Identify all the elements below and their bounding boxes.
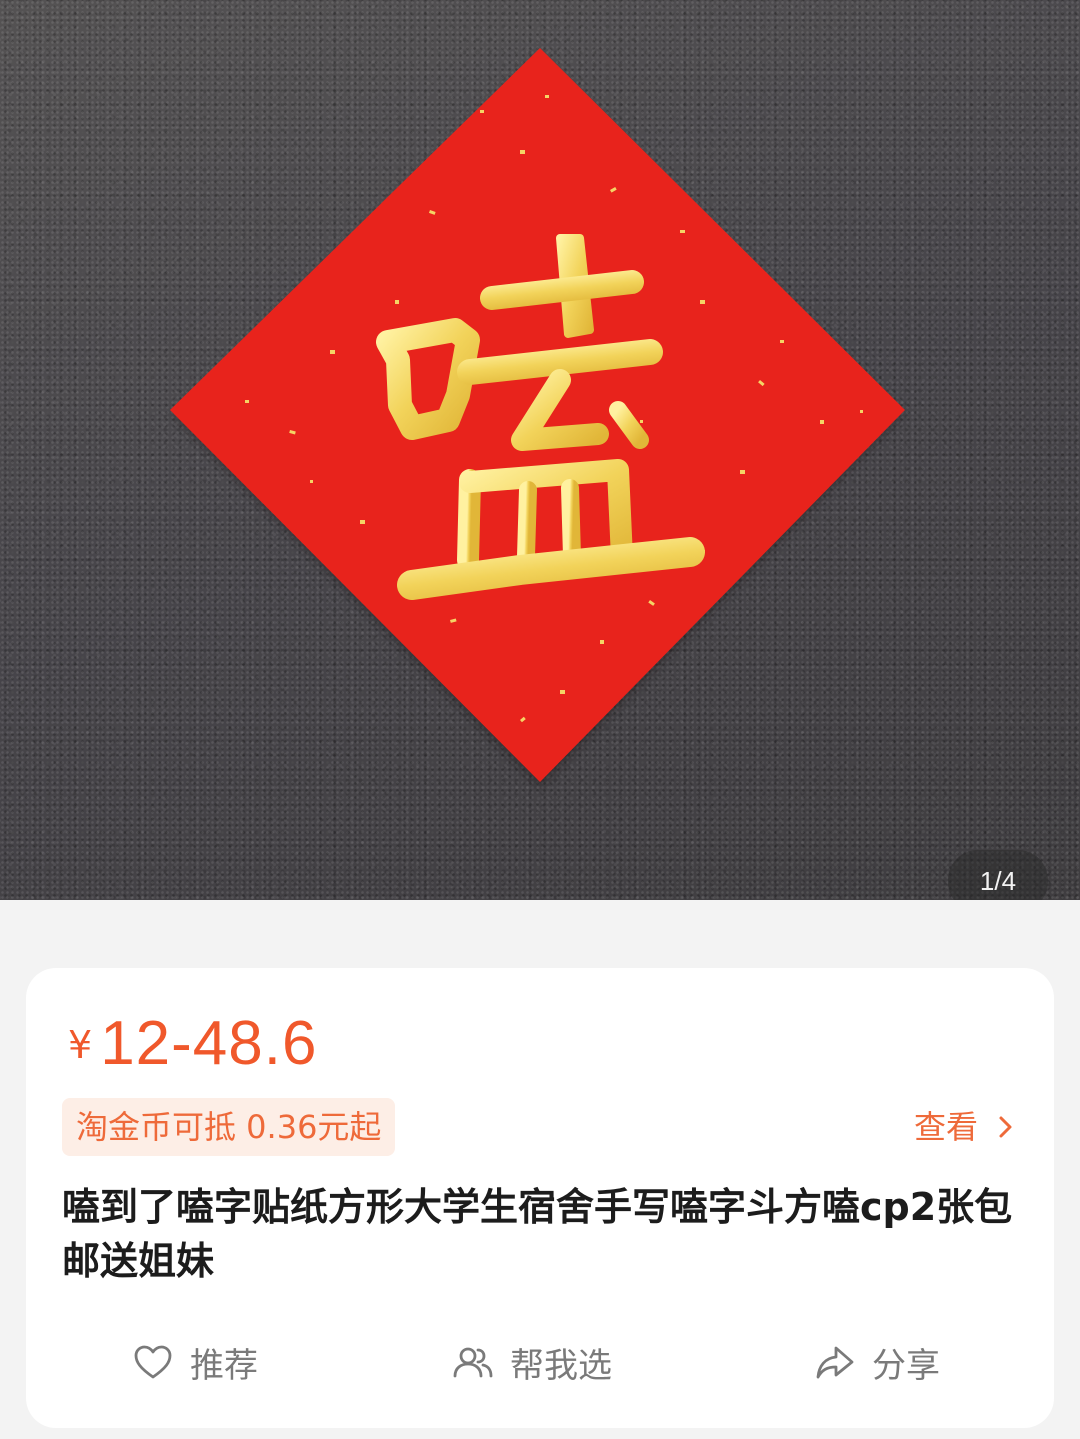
price-range: 12-48.6 [100,1009,318,1078]
help-choose-label: 帮我选 [510,1346,612,1386]
product-title: 嗑到了嗑字贴纸方形大学生宿舍手写嗑字斗方嗑cp2张包邮送姐妹 [62,1185,1013,1283]
chevron-right-icon [999,1116,1012,1138]
product-info-card: ¥12-48.6 淘金币可抵 0.36元起 查看 嗑到了嗑字贴纸方形大学生宿舍手… [26,968,1054,1428]
share-label: 分享 [872,1346,940,1386]
help-choose-button[interactable]: 帮我选 [452,1338,612,1387]
image-page-indicator: 1/4 [948,850,1048,900]
coin-deduction-badge: 淘金币可抵 0.36元起 [62,1098,396,1156]
product-detail-page: 1/4 ¥12-48.6 淘金币可抵 0.36元起 查看 嗑到了嗑字贴纸方形大学… [0,0,1080,1439]
view-coin-link[interactable]: 查看 [914,1104,1014,1150]
recommend-button[interactable]: 推荐 [132,1338,258,1387]
product-image-gallery[interactable]: 1/4 [0,0,1080,900]
view-label: 查看 [913,1108,978,1146]
heart-icon [134,1345,172,1378]
product-photo [170,48,905,788]
action-bar: 推荐 帮我选 分享 [26,1338,1054,1398]
share-icon [816,1346,854,1378]
share-button[interactable]: 分享 [814,1338,940,1387]
people-icon [453,1347,493,1377]
price: ¥12-48.6 [68,1008,317,1079]
recommend-label: 推荐 [190,1346,258,1386]
currency-symbol: ¥ [68,1023,93,1067]
